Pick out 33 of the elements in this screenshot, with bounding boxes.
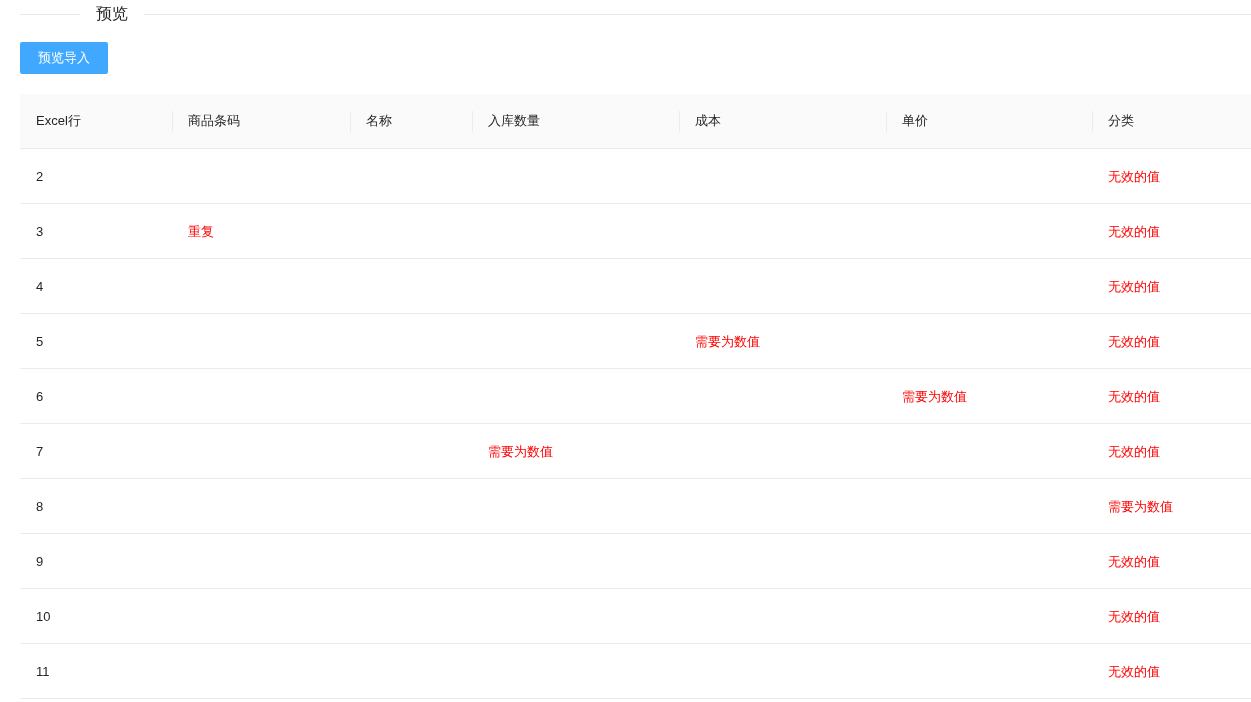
error-message: 需要为数值 bbox=[695, 334, 760, 349]
error-message: 无效的值 bbox=[1108, 554, 1160, 569]
column-header: Excel行 bbox=[36, 112, 81, 131]
error-message: 无效的值 bbox=[1108, 609, 1160, 624]
row-number: 5 bbox=[36, 334, 44, 349]
column-header: 分类 bbox=[1108, 112, 1134, 131]
row-number: 6 bbox=[36, 389, 44, 404]
error-message: 无效的值 bbox=[1108, 444, 1160, 459]
error-message: 无效的值 bbox=[1108, 664, 1160, 679]
error-message: 无效的值 bbox=[1108, 389, 1160, 404]
error-message: 重复 bbox=[188, 224, 214, 239]
row-number: 8 bbox=[36, 499, 44, 514]
error-message: 需要为数值 bbox=[1108, 499, 1173, 514]
error-message: 需要为数值 bbox=[488, 444, 553, 459]
row-number: 2 bbox=[36, 169, 44, 184]
error-message: 无效的值 bbox=[1108, 169, 1160, 184]
column-header: 单价 bbox=[902, 112, 928, 131]
row-number: 11 bbox=[36, 664, 50, 679]
row-number: 7 bbox=[36, 444, 44, 459]
column-header: 商品条码 bbox=[188, 112, 240, 131]
error-message: 无效的值 bbox=[1108, 224, 1160, 239]
row-number: 3 bbox=[36, 224, 44, 239]
section-title: 预览 bbox=[95, 4, 129, 24]
error-message: 需要为数值 bbox=[902, 389, 967, 404]
error-message: 无效的值 bbox=[1108, 334, 1160, 349]
preview-import-button[interactable]: 预览导入 bbox=[20, 42, 108, 74]
column-header: 入库数量 bbox=[488, 112, 540, 131]
row-number: 10 bbox=[36, 609, 51, 624]
row-number: 4 bbox=[36, 279, 44, 294]
row-number: 9 bbox=[36, 554, 44, 569]
error-message: 无效的值 bbox=[1108, 279, 1160, 294]
column-header: 名称 bbox=[366, 112, 392, 131]
column-header: 成本 bbox=[695, 112, 721, 131]
